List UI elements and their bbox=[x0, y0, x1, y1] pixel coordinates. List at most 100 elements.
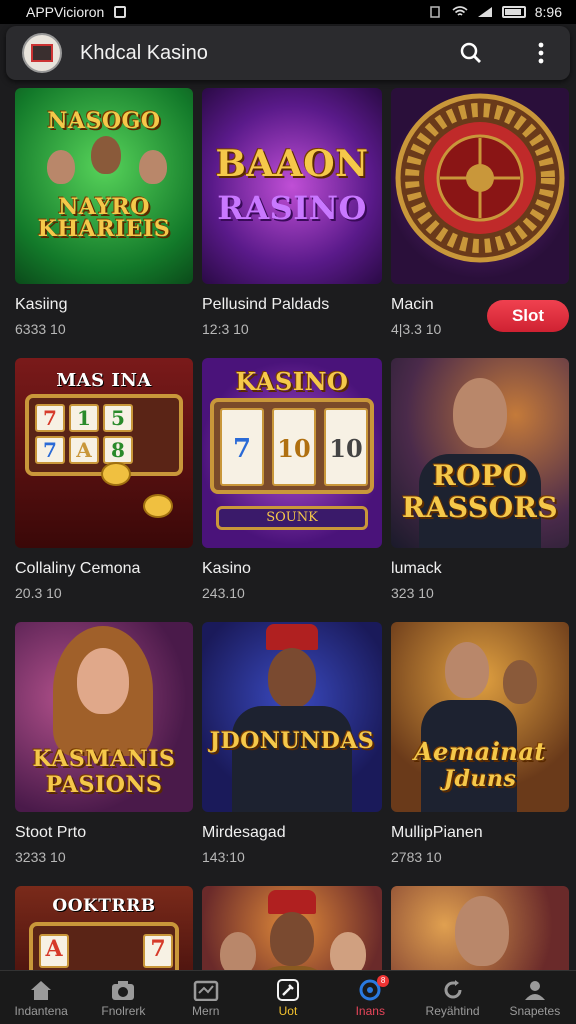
reel-symbol: 10 bbox=[272, 408, 316, 486]
game-meta: 2783 10 bbox=[391, 849, 442, 865]
thumb-subtitle: Jduns bbox=[443, 766, 517, 792]
status-time: 8:96 bbox=[534, 4, 562, 20]
game-title: Pellusind Paldads bbox=[202, 296, 330, 313]
game-thumbnail[interactable]: MAS INA 7 1 5 7 A 8 bbox=[15, 358, 193, 548]
nav-label: Reyähtind bbox=[425, 1004, 480, 1018]
roulette-wheel-icon bbox=[395, 93, 565, 263]
coin-icon bbox=[101, 462, 131, 486]
game-title: MullipPianen bbox=[391, 824, 483, 841]
app-bar: Khdcal Kasino bbox=[6, 26, 570, 80]
wallet-icon bbox=[193, 980, 218, 1001]
search-icon[interactable] bbox=[458, 40, 484, 66]
reel-symbol: 7 bbox=[35, 436, 65, 464]
notification-icon bbox=[114, 6, 127, 18]
reel-symbol: 5 bbox=[103, 404, 133, 432]
status-app-name: APPVicioron bbox=[26, 4, 105, 20]
nav-item-live[interactable]: 8 Inans bbox=[329, 971, 411, 1024]
game-thumbnail[interactable]: Aemainat Jduns bbox=[391, 622, 569, 812]
more-vert-icon[interactable] bbox=[528, 40, 554, 66]
game-thumbnail[interactable]: ROPO RASSORS bbox=[391, 358, 569, 548]
reel-symbol: 10 bbox=[324, 408, 368, 486]
battery-icon bbox=[501, 6, 526, 18]
nav-item-wallet[interactable]: Mern bbox=[165, 971, 247, 1024]
game-card[interactable]: Macin 4|3.3 10 Slot bbox=[391, 88, 569, 358]
reel-symbol: A bbox=[69, 436, 99, 464]
home-icon bbox=[31, 981, 52, 1000]
game-meta: 323 10 bbox=[391, 585, 434, 601]
game-meta: 143:10 bbox=[202, 849, 245, 865]
game-card[interactable]: MAS INA 7 1 5 7 A 8 Collaliny Cemona 20.… bbox=[15, 358, 193, 622]
thumb-title: Aemainat bbox=[413, 737, 547, 766]
reel-symbol: 1 bbox=[69, 404, 99, 432]
game-thumbnail[interactable]: KASINO 7 10 10 SOUNK bbox=[202, 358, 382, 548]
game-thumbnail[interactable] bbox=[391, 88, 569, 284]
hat-shape bbox=[266, 624, 318, 650]
game-card[interactable]: KASINO 7 10 10 SOUNK Kasino 243.10 bbox=[202, 358, 382, 622]
thumb-subtitle: PASIONS bbox=[45, 772, 163, 798]
thumb-title: BAAON bbox=[215, 143, 369, 185]
nav-label: Indantena bbox=[14, 1004, 68, 1018]
app-title: Khdcal Kasino bbox=[80, 41, 208, 64]
nav-item-uot[interactable]: Uot bbox=[247, 971, 329, 1024]
wifi-icon bbox=[452, 6, 468, 16]
thumb-subtitle: RASINO bbox=[217, 189, 367, 227]
camera-icon bbox=[112, 981, 135, 1000]
nav-item-refresh[interactable]: Reyähtind bbox=[411, 971, 493, 1024]
reel-symbol: 7 bbox=[35, 404, 65, 432]
refresh-icon bbox=[444, 980, 462, 999]
thumb-subtitle: RASSORS bbox=[401, 491, 559, 524]
game-title: Kasino bbox=[202, 560, 251, 577]
game-meta: 12:3 10 bbox=[202, 321, 249, 337]
thumb-title: MAS INA bbox=[56, 370, 152, 391]
game-thumbnail[interactable]: JDONUNDAS bbox=[202, 622, 382, 812]
reel-symbol: A bbox=[39, 934, 69, 968]
signal-icon bbox=[477, 7, 492, 17]
game-card[interactable]: BAAON RASINO Pellusind Paldads 12:3 10 bbox=[202, 88, 382, 358]
game-thumbnail[interactable]: KASMANIS PASIONS bbox=[15, 622, 193, 812]
hat-shape bbox=[268, 890, 316, 914]
nav-item-profile[interactable]: Snapetes bbox=[494, 971, 576, 1024]
game-thumbnail[interactable]: NASOGO NAYRO KHARIEIS bbox=[15, 88, 193, 284]
nav-label: Inans bbox=[355, 1004, 385, 1018]
reel-symbol: 8 bbox=[103, 436, 133, 464]
thumb-subtitle: SOUNK bbox=[266, 510, 318, 525]
nav-item-home[interactable]: Indantena bbox=[0, 971, 82, 1024]
game-meta: 20.3 10 bbox=[15, 585, 62, 601]
nav-label: Fnolrerk bbox=[101, 1004, 146, 1018]
game-title: lumack bbox=[391, 560, 442, 577]
thumb-title: JDONUNDAS bbox=[209, 728, 375, 754]
game-meta: 3233 10 bbox=[15, 849, 66, 865]
thumb-title: KASMANIS bbox=[32, 746, 176, 772]
game-card[interactable]: Aemainat Jduns MullipPianen 2783 10 bbox=[391, 622, 569, 886]
thumb-title: OOKTRRB bbox=[52, 896, 156, 916]
game-title: Collaliny Cemona bbox=[15, 560, 141, 577]
notification-badge: 8 bbox=[377, 975, 390, 987]
thumb-title: ROPO bbox=[432, 459, 528, 492]
vibrate-icon bbox=[430, 6, 440, 18]
profile-icon bbox=[524, 981, 545, 1000]
game-card[interactable]: KASMANIS PASIONS Stoot Prto 3233 10 bbox=[15, 622, 193, 886]
thumb-title: KASINO bbox=[235, 367, 349, 396]
game-title: Kasiing bbox=[15, 296, 68, 313]
game-meta: 243.10 bbox=[202, 585, 245, 601]
game-card[interactable]: ROPO RASSORS lumack 323 10 bbox=[391, 358, 569, 622]
nav-label: Snapetes bbox=[509, 1004, 561, 1018]
game-card[interactable]: NASOGO NAYRO KHARIEIS Kasiing 6333 10 bbox=[15, 88, 193, 358]
game-meta: 6333 10 bbox=[15, 321, 66, 337]
reel-symbol: 7 bbox=[220, 408, 264, 486]
slot-badge-button[interactable]: Slot bbox=[487, 300, 569, 332]
game-thumbnail[interactable]: BAAON RASINO bbox=[202, 88, 382, 284]
tool-icon bbox=[276, 979, 299, 1001]
sound-button: SOUNK bbox=[216, 506, 368, 530]
nav-label: Uot bbox=[278, 1004, 298, 1018]
app-logo[interactable] bbox=[22, 33, 62, 73]
bottom-navigation: Indantena Fnolrerk Mern Uot 8 Inans Reyä… bbox=[0, 970, 576, 1024]
game-title: Stoot Prto bbox=[15, 824, 87, 841]
nav-item-camera[interactable]: Fnolrerk bbox=[82, 971, 164, 1024]
nav-label: Mern bbox=[192, 1004, 220, 1018]
status-bar: APPVicioron 8:96 bbox=[0, 0, 576, 24]
game-card[interactable]: JDONUNDAS Mirdesagad 143:10 bbox=[202, 622, 382, 886]
reel-symbol: 7 bbox=[143, 934, 173, 968]
thumb-title: NASOGO bbox=[47, 108, 161, 134]
coin-icon bbox=[143, 494, 173, 518]
